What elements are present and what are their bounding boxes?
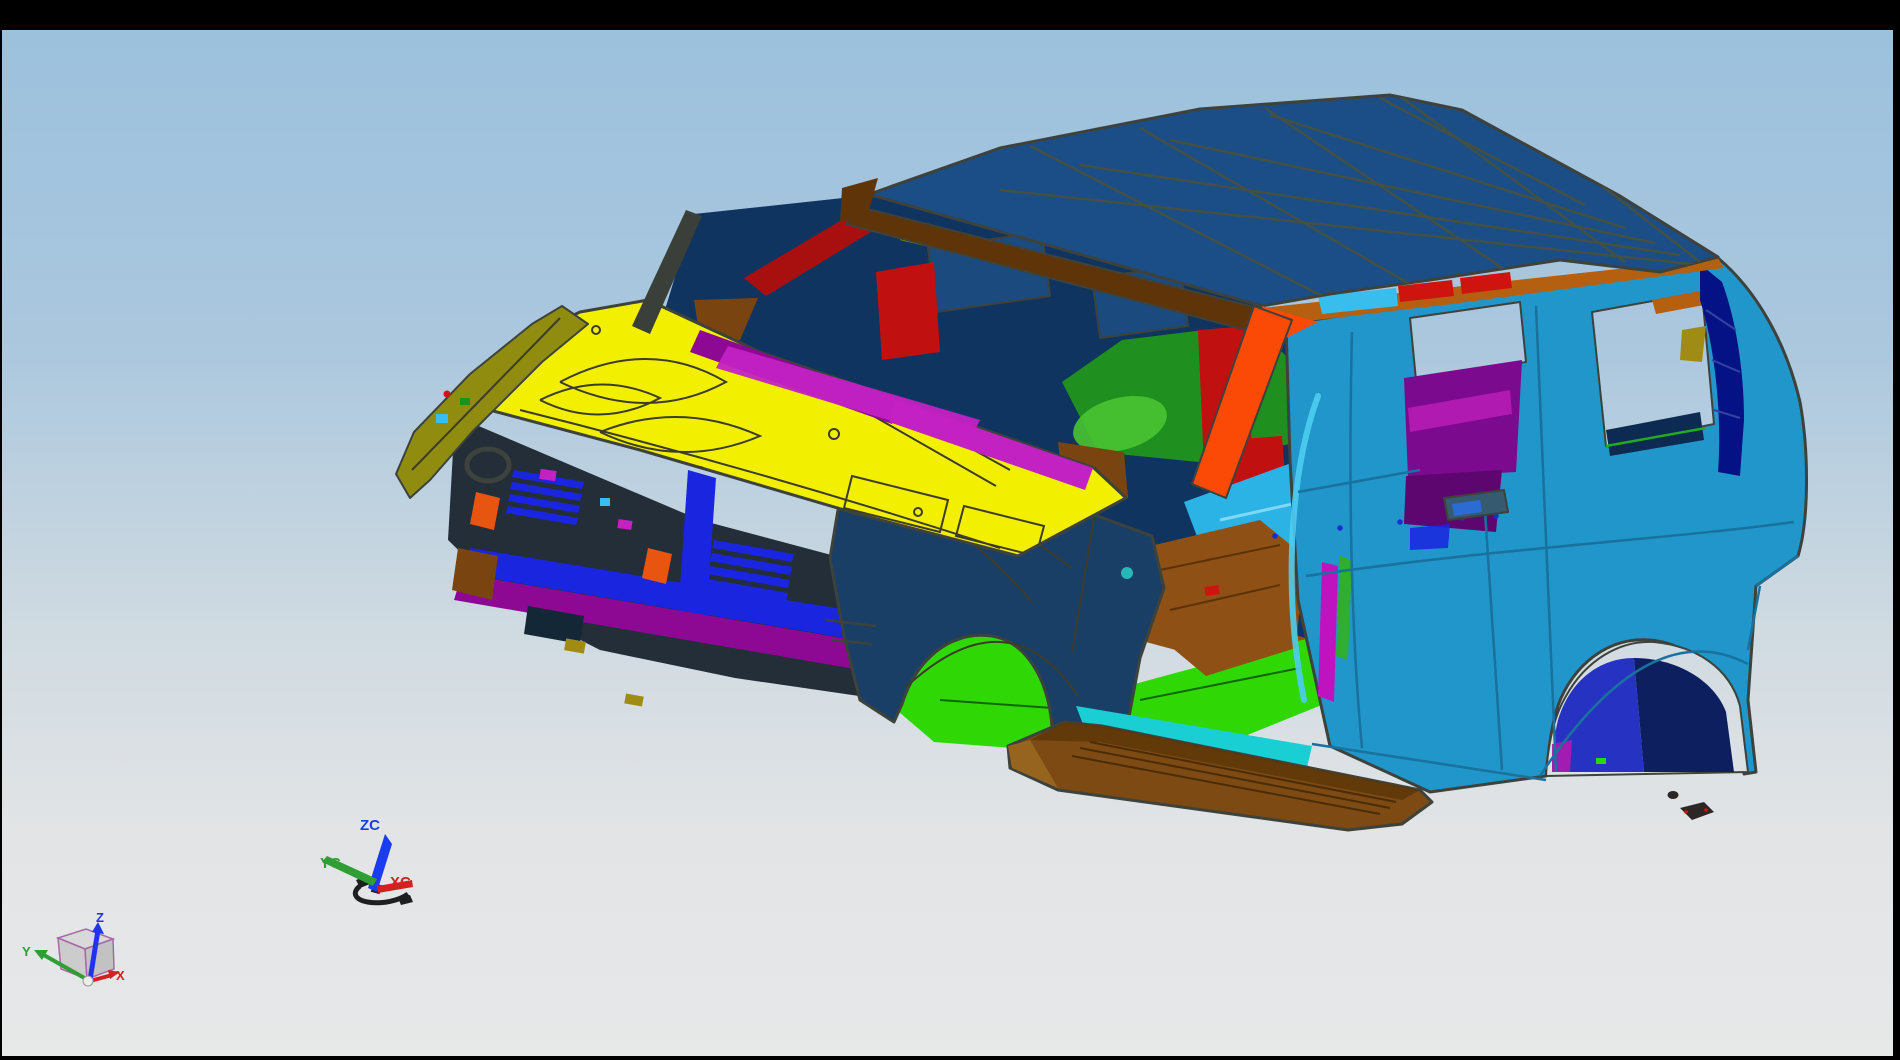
apron-red-dot (444, 391, 451, 398)
wheelhouse-green-speck (1596, 758, 1606, 764)
quarter-window-olive-tab[interactable] (1680, 326, 1706, 362)
window-bottom-strip (0, 1056, 1900, 1060)
dash-side-red-panel[interactable] (876, 262, 940, 360)
wcs-xc-label: XC (390, 874, 411, 891)
cad-viewport-canvas[interactable]: ZC YC XC Z Y X (0, 0, 1900, 1060)
datum-origin-sphere[interactable] (83, 976, 93, 986)
loose-part-red-dot (1684, 810, 1688, 814)
datum-z-label: Z (96, 910, 104, 925)
datum-x-label: X (116, 968, 125, 983)
rivet (1337, 525, 1343, 531)
wcs-yc-label: YC (320, 855, 341, 872)
rivet (1397, 519, 1403, 525)
window-left-strip (0, 0, 2, 1060)
cargo-blue-bracket[interactable] (1410, 524, 1450, 550)
loose-part-red-dot-2 (1704, 808, 1708, 812)
front-cyan-bit (600, 498, 610, 506)
datum-y-label: Y (22, 944, 31, 959)
fender-teal-grommet (1121, 567, 1133, 579)
window-right-strip (1893, 0, 1900, 1060)
apron-teal-speck (436, 414, 448, 423)
window-top-bar (0, 0, 1900, 30)
apron-green-speck (460, 398, 470, 405)
rivet (1272, 533, 1278, 539)
wcs-zc-label: ZC (360, 817, 380, 834)
loose-part-dot[interactable] (1668, 791, 1679, 799)
